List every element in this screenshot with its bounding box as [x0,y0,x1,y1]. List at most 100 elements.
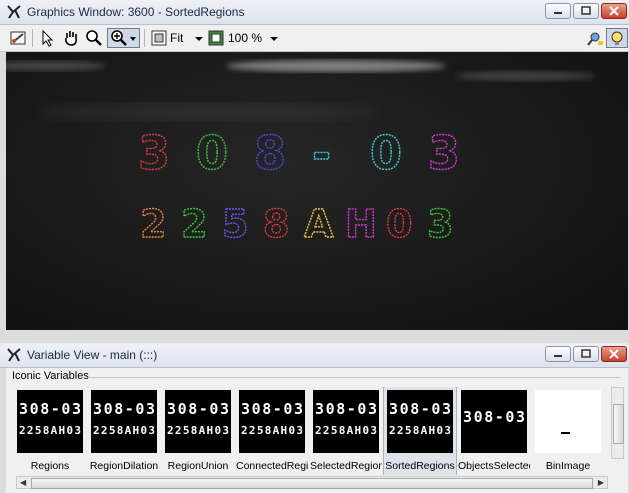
variable-thumbnail: 308-03 [461,390,527,453]
variable-name: SelectedRegions [310,460,382,472]
variable-name: Regions [30,460,70,472]
zoom-level-dropdown[interactable]: 100 % [228,28,280,48]
iconic-variable-item[interactable]: 308-03 2258AH03 Regions [14,387,86,475]
inspect-button[interactable] [585,28,605,48]
thumbnail-plate-text: 308-03 [463,408,525,426]
window-controls [545,3,627,19]
plate-character-region: 0 [196,126,228,180]
variable-thumbnail: 308-03 2258AH03 [17,390,83,453]
maximize-icon [581,6,591,15]
plate-character-region: H [345,202,377,246]
variable-name: BinImage [545,460,591,472]
magnifier-icon [86,30,102,46]
iconic-variable-item[interactable]: BinImage [532,387,604,475]
variable-view-titlebar[interactable]: Variable View - main (:::) [0,343,629,368]
iconic-variable-item[interactable]: 308-03 2258AH03 ConnectedRegions [236,387,308,475]
chevron-down-icon[interactable] [128,29,138,47]
iconic-variable-item[interactable]: 308-03 2258AH03 RegionDilation [88,387,160,475]
chevron-down-icon [270,37,279,41]
pointer-tool-button[interactable] [38,28,58,48]
cursor-arrow-icon [42,29,54,47]
close-button[interactable] [601,346,627,362]
iconic-variable-item[interactable]: 308-03 2258AH03 RegionUnion [162,387,234,475]
horizontal-scroll-thumb[interactable] [31,478,593,489]
variable-name: ConnectedRegions [236,460,308,472]
close-icon [609,349,619,359]
light-reflection [456,71,596,81]
iconic-variable-item[interactable]: 308-03 ObjectsSelected [458,387,530,475]
vertical-scroll-thumb[interactable] [613,404,624,444]
thumbnail-plate-text: 308-03 [167,400,229,418]
light-reflection [6,61,106,71]
thumbnail-plate-text: 2258AH03 [389,424,451,437]
variable-name: SortedRegions [385,460,455,472]
image-canvas[interactable]: 308-03 2258AH03 [6,52,628,330]
thumbnail-plate-text: 308-03 [315,400,377,418]
plate-character-region: 3 [138,126,170,180]
hand-icon [65,31,77,46]
plate-character-region: 2 [140,202,166,246]
variable-thumbnail: 308-03 2258AH03 [91,390,157,453]
plate-character-region: 0 [386,202,412,246]
settings-button[interactable] [606,28,628,48]
plate-character-region: 3 [428,126,460,180]
minimize-icon [554,12,562,14]
paint-brush-icon [10,31,26,45]
variable-thumbnail: 308-03 2258AH03 [313,390,379,453]
plate-character-region: A [304,202,334,246]
minimize-button[interactable] [545,346,571,362]
variable-view-title: Variable View - main (:::) [27,348,158,362]
scroll-right-icon[interactable]: ▶ [598,478,604,487]
close-icon [609,6,619,16]
group-divider [88,377,620,378]
inspect-magnifier-icon [587,32,603,46]
fit-window-icon-button[interactable] [150,28,168,48]
pan-tool-button[interactable] [61,28,81,48]
maximize-button[interactable] [573,346,599,362]
minimize-icon [554,355,562,357]
zoom-level-icon-button[interactable] [207,28,225,48]
window-controls [545,346,627,362]
zoom-tool-button[interactable] [107,28,140,48]
close-button[interactable] [601,3,627,19]
variable-name: RegionUnion [167,460,229,472]
lightbulb-settings-icon [611,31,623,45]
variable-name: ObjectsSelected [458,460,530,472]
variable-thumbnail: 308-03 2258AH03 [387,390,453,453]
plate-character-region: 2 [181,202,207,246]
variable-thumbnail: 308-03 2258AH03 [165,390,231,453]
vertical-scrollbar[interactable] [611,387,624,459]
variable-view-body: Iconic Variables 308-03 2258AH03 Regions 30… [6,368,628,493]
thumbnail-plate-text: 2258AH03 [241,424,303,437]
zoom-mode-value: Fit [170,31,184,45]
maximize-button[interactable] [573,3,599,19]
graphics-window-titlebar[interactable]: Graphics Window: 3600 - SortedRegions [0,0,629,25]
iconic-variables-label: Iconic Variables [12,370,89,382]
toolbar-separator [144,29,145,47]
plate-character-region: 8 [263,202,289,246]
zoom-mode-dropdown[interactable]: Fit [170,28,208,48]
graphics-toolbar: Fit 100 % [0,25,629,52]
zoom-in-icon [110,30,127,46]
halcon-app-icon [7,348,21,362]
thumbnail-plate-text: 2258AH03 [93,424,155,437]
plate-character-region: 0 [370,126,402,180]
light-reflection [36,104,376,120]
thumbnail-plate-text: 308-03 [241,400,303,418]
horizontal-scrollbar[interactable]: ◀ ▶ [16,476,608,489]
draw-tool-button[interactable] [8,28,28,48]
iconic-variable-item[interactable]: 308-03 2258AH03 SortedRegions [383,387,457,475]
iconic-variables-list: 308-03 2258AH03 Regions 308-03 2258AH03 Regio… [14,387,609,475]
iconic-variable-item[interactable]: 308-03 2258AH03 SelectedRegions [310,387,382,475]
magnify-tool-button[interactable] [84,28,104,48]
scroll-left-icon[interactable]: ◀ [20,478,26,487]
plate-top-row-regions: 308-03 [137,125,460,180]
fit-window-icon [151,30,167,46]
minimize-button[interactable] [545,3,571,19]
maximize-icon [581,349,591,358]
thumbnail-plate-text: 308-03 [389,400,451,418]
variable-thumbnail: 308-03 2258AH03 [239,390,305,453]
variable-thumbnail [535,390,601,453]
chevron-down-icon [195,37,204,41]
plate-character-region: - [312,126,331,180]
